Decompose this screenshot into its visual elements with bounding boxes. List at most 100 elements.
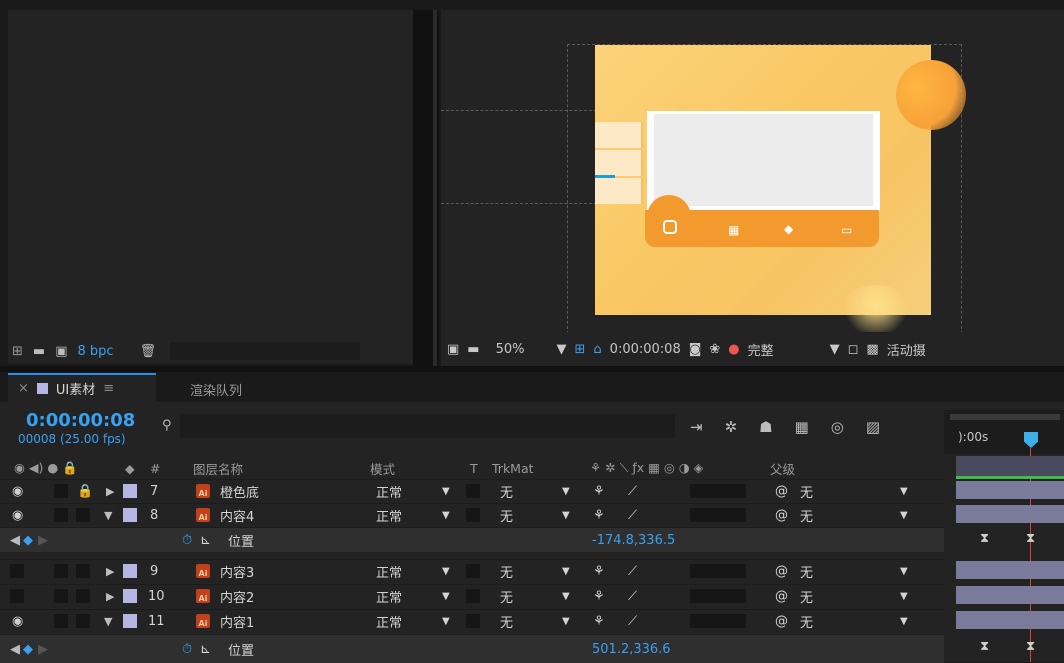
new-composition-icon[interactable]: ▣	[55, 344, 67, 359]
graph-editor-icon[interactable]: ▨	[866, 418, 880, 436]
chevron-down-icon[interactable]: ▼	[900, 591, 908, 602]
effects-switches[interactable]	[690, 614, 746, 628]
chevron-down-icon[interactable]: ▼	[900, 566, 908, 577]
shy-switch-icon[interactable]: ⚘	[593, 564, 605, 579]
lock-switch[interactable]	[76, 614, 90, 628]
bit-depth-button[interactable]: 8 bpc	[78, 344, 114, 359]
work-area-bar[interactable]	[950, 414, 1060, 420]
eye-switch-off[interactable]	[10, 564, 24, 578]
easy-ease-keyframe-icon[interactable]: ⧗	[1026, 639, 1035, 654]
collapse-arrow-icon[interactable]: ▼	[104, 615, 112, 628]
property-value[interactable]: 501.2,336.6	[592, 642, 671, 657]
preserve-transparency-switch[interactable]	[466, 508, 480, 522]
layer-label-color[interactable]	[123, 564, 137, 578]
zoom-dropdown[interactable]: 50%	[496, 342, 525, 357]
layer-row[interactable]: ◉ ▼ 11 Ai 内容1 正常 ▼ 无 ▼ ⚘ ⟋ @ 无 ▼	[0, 609, 944, 632]
preserve-transparency-switch[interactable]	[466, 589, 480, 603]
layer-name[interactable]: 内容3	[220, 562, 254, 581]
layer-row[interactable]: ◉ ▼ 8 Ai 内容4 正常 ▼ 无 ▼ ⚘ ⟋ @ 无 ▼	[0, 503, 944, 526]
parent-dropdown[interactable]: 无	[800, 482, 813, 501]
layer-search-input[interactable]	[180, 414, 675, 438]
chevron-down-icon[interactable]: ▼	[900, 616, 908, 627]
layer-name[interactable]: 内容4	[220, 506, 254, 525]
chevron-down-icon[interactable]: ▼	[562, 486, 570, 497]
graph-icon[interactable]: ⊾	[200, 533, 211, 548]
solo-switch[interactable]	[54, 484, 68, 498]
motion-blur-icon[interactable]: ◎	[831, 418, 844, 436]
layer-row[interactable]: ◉ 🔒 ▶ 7 Ai 橙色底 正常 ▼ 无 ▼ ⚘ ⟋ @ 无 ▼	[0, 479, 944, 502]
chevron-down-icon[interactable]: ▼	[562, 591, 570, 602]
preserve-transparency-switch[interactable]	[466, 484, 480, 498]
keyframe-diamond-icon[interactable]: ◆	[23, 642, 33, 657]
close-icon[interactable]: ×	[18, 381, 29, 396]
effects-switches[interactable]	[690, 564, 746, 578]
chevron-down-icon[interactable]: ▼	[442, 616, 450, 627]
blend-mode-dropdown[interactable]: 正常	[376, 482, 402, 501]
expand-arrow-icon[interactable]: ▶	[106, 590, 114, 603]
eye-icon[interactable]: ◉	[12, 508, 23, 523]
viewer-timecode[interactable]: 0:00:00:08	[610, 342, 681, 357]
easy-ease-keyframe-icon[interactable]: ⧗	[980, 639, 989, 654]
blend-mode-dropdown[interactable]: 正常	[376, 506, 402, 525]
active-camera-dropdown[interactable]: 活动摄	[887, 340, 926, 359]
layer-name[interactable]: 内容2	[220, 587, 254, 606]
tab-ui-assets[interactable]: × UI素材 ≡	[8, 373, 156, 402]
quality-switch-icon[interactable]: ⟋	[628, 508, 637, 523]
keyframe-diamond-icon[interactable]: ◆	[23, 533, 33, 548]
trkmat-dropdown[interactable]: 无	[500, 506, 513, 525]
collapse-arrow-icon[interactable]: ▼	[104, 509, 112, 522]
property-row[interactable]: ◀ ◆ ▶ ⏱ ⊾ 位置 -174.8,336.5	[0, 527, 944, 552]
monitor-icon[interactable]: ▬	[467, 342, 479, 357]
solo-switch[interactable]	[54, 614, 68, 628]
shy-switch-icon[interactable]: ⚘	[593, 484, 605, 499]
property-row[interactable]: ◀ ◆ ▶ ⏱ ⊾ 位置 501.2,336.6	[0, 634, 944, 663]
property-value[interactable]: -174.8,336.5	[592, 533, 675, 548]
eye-icon[interactable]: ◉	[12, 484, 23, 499]
chevron-down-icon[interactable]: ▼	[562, 566, 570, 577]
mask-path-icon[interactable]: ⌂	[593, 342, 601, 357]
pick-whip-icon[interactable]: @	[775, 484, 788, 499]
easy-ease-keyframe-icon[interactable]: ⧗	[1026, 531, 1035, 546]
composition-mini-flowchart-icon[interactable]: ⇥	[690, 418, 703, 436]
eye-icon[interactable]: ◉	[12, 614, 23, 629]
chevron-down-icon[interactable]: ▼	[442, 591, 450, 602]
blend-mode-dropdown[interactable]: 正常	[376, 612, 402, 631]
chevron-down-icon[interactable]: ▼	[442, 486, 450, 497]
quality-switch-icon[interactable]: ⟋	[628, 484, 637, 499]
snapshot-icon[interactable]: ◙	[689, 342, 702, 357]
blend-mode-dropdown[interactable]: 正常	[376, 587, 402, 606]
effects-switches[interactable]	[690, 508, 746, 522]
chevron-down-icon[interactable]: ▼	[900, 486, 908, 497]
current-time-display[interactable]: 0:00:00:08	[26, 410, 135, 431]
lock-icon[interactable]: 🔒	[77, 484, 93, 499]
graph-icon[interactable]: ⊾	[200, 642, 211, 657]
lock-switch[interactable]	[76, 589, 90, 603]
trkmat-dropdown[interactable]: 无	[500, 482, 513, 501]
effects-switches[interactable]	[690, 589, 746, 603]
tab-menu-icon[interactable]: ≡	[103, 381, 114, 396]
parent-dropdown[interactable]: 无	[800, 587, 813, 606]
show-snapshot-icon[interactable]: ❀	[709, 342, 720, 357]
composition-viewer[interactable]: ▦ ◆ ▭	[441, 10, 1064, 332]
layer-row[interactable]: ▶ 9 Ai 内容3 正常 ▼ 无 ▼ ⚘ ⟋ @ 无 ▼	[0, 559, 944, 582]
layer-name-column-header[interactable]: 图层名称	[193, 459, 243, 478]
layer-duration-bar[interactable]	[956, 505, 1064, 523]
grid-guides-icon[interactable]: ⊞	[575, 342, 586, 357]
solo-switch[interactable]	[54, 564, 68, 578]
layer-name[interactable]: 橙色底	[220, 482, 259, 501]
lock-switch[interactable]	[76, 564, 90, 578]
expand-arrow-icon[interactable]: ▶	[106, 485, 114, 498]
next-keyframe-icon[interactable]: ▶	[38, 533, 48, 548]
chevron-down-icon[interactable]: ▼	[830, 342, 840, 357]
interpret-footage-icon[interactable]: ⊞	[12, 344, 23, 359]
tab-render-queue[interactable]: 渲染队列	[190, 380, 242, 399]
preserve-transparency-switch[interactable]	[466, 614, 480, 628]
pick-whip-icon[interactable]: @	[775, 614, 788, 629]
next-keyframe-icon[interactable]: ▶	[38, 642, 48, 657]
layer-name[interactable]: 内容1	[220, 612, 254, 631]
layer-duration-bar[interactable]	[956, 481, 1064, 499]
chevron-down-icon[interactable]: ▼	[900, 510, 908, 521]
pick-whip-icon[interactable]: @	[775, 589, 788, 604]
stopwatch-icon[interactable]: ⏱	[182, 642, 192, 657]
frame-blending-icon[interactable]: ▦	[795, 418, 809, 436]
